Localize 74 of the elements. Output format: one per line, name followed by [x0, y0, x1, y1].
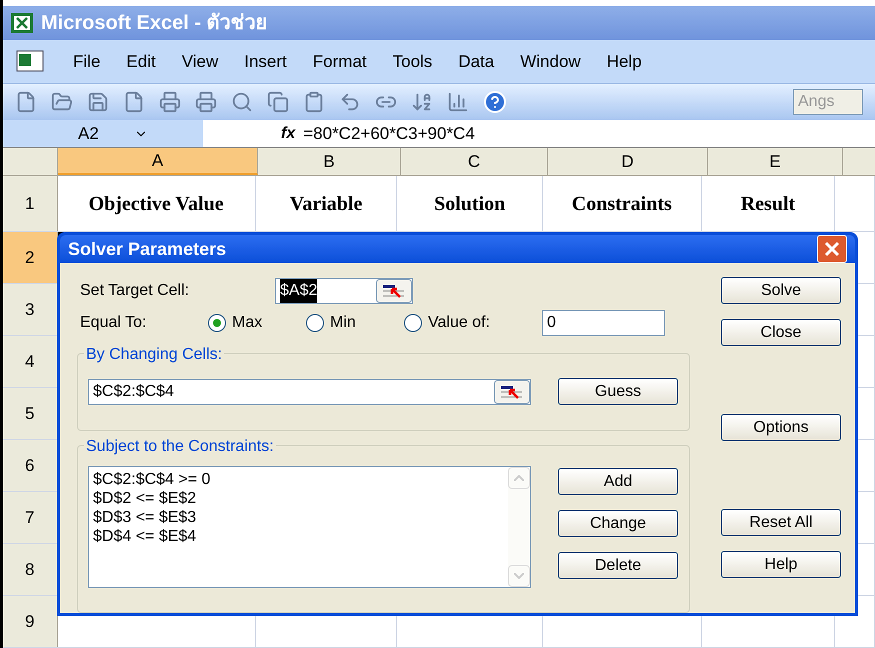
- toolbar-icon[interactable]: [231, 91, 253, 113]
- menu-item[interactable]: Insert: [244, 48, 287, 74]
- dialog-button[interactable]: Solve: [721, 277, 841, 304]
- row-header[interactable]: 5: [3, 388, 58, 439]
- menu-item[interactable]: Format: [312, 48, 367, 74]
- radio-option[interactable]: Min: [306, 311, 404, 335]
- dialog-button[interactable]: Help: [721, 551, 841, 578]
- table-cell[interactable]: Objective Value: [58, 176, 256, 231]
- toolbar-icon[interactable]: [411, 91, 433, 113]
- menu-item[interactable]: Data: [458, 48, 494, 74]
- menu-item[interactable]: File: [73, 48, 100, 74]
- range-select-icon[interactable]: [376, 279, 412, 303]
- dialog-button[interactable]: Add: [558, 468, 678, 495]
- toolbar-icon[interactable]: [447, 91, 469, 113]
- row-header[interactable]: 2: [3, 232, 58, 283]
- scroll-bar[interactable]: [508, 467, 530, 587]
- menu-item[interactable]: Window: [520, 48, 581, 74]
- value-field[interactable]: 0: [542, 310, 665, 336]
- list-item[interactable]: $C$2:$C$4 >= 0: [93, 470, 508, 489]
- dialog-button[interactable]: Delete: [558, 552, 678, 579]
- row-header[interactable]: 6: [3, 440, 58, 491]
- table-cell[interactable]: Variable: [256, 176, 398, 231]
- toolbar-icon[interactable]: [15, 91, 37, 113]
- toolbar-icon[interactable]: [123, 91, 145, 113]
- toolbar-icon[interactable]: [87, 91, 109, 113]
- menu-item[interactable]: Edit: [126, 48, 156, 74]
- dialog-title: Solver Parameters: [68, 238, 226, 260]
- column-header[interactable]: E: [708, 148, 843, 175]
- toolbar-icon[interactable]: [159, 91, 181, 113]
- table-cell[interactable]: Constraints: [543, 176, 702, 231]
- row-header[interactable]: 1: [3, 176, 58, 231]
- column-header[interactable]: C: [401, 148, 548, 175]
- target-label: Set Target Cell:: [80, 281, 190, 301]
- dialog-button[interactable]: Reset All: [721, 509, 841, 536]
- row-header[interactable]: 8: [3, 544, 58, 595]
- toolbar-icon[interactable]: [51, 91, 73, 113]
- column-header[interactable]: D: [548, 148, 708, 175]
- row-header[interactable]: 7: [3, 492, 58, 543]
- range-select-icon[interactable]: [494, 380, 530, 404]
- radio-option[interactable]: Max: [208, 311, 306, 335]
- column-header[interactable]: A: [58, 148, 258, 175]
- dialog-button[interactable]: Change: [558, 510, 678, 537]
- toolbar-icon[interactable]: [195, 91, 217, 113]
- dialog-button[interactable]: Options: [721, 414, 841, 441]
- table-cell[interactable]: Solution: [397, 176, 544, 231]
- formula-text[interactable]: =80*C2+60*C3+90*C4: [303, 120, 475, 146]
- list-item[interactable]: $D$3 <= $E$3: [93, 508, 508, 527]
- target-field[interactable]: $A$2: [275, 278, 413, 304]
- row-header[interactable]: 9: [3, 596, 58, 647]
- menu-item[interactable]: Tools: [392, 48, 432, 74]
- close-icon[interactable]: [824, 241, 840, 257]
- row-header[interactable]: 4: [3, 336, 58, 387]
- constraints-list[interactable]: $C$2:$C$4 >= 0 $D$2 <= $E$2 $D$3 <= $E$3 $D$4 <= $E$4: [88, 466, 531, 588]
- changing-field[interactable]: $C$2:$C$4: [88, 378, 531, 404]
- equal-label: Equal To:: [80, 313, 148, 333]
- toolbar-icon[interactable]: [303, 91, 325, 113]
- column-header[interactable]: B: [258, 148, 401, 175]
- dialog-button[interactable]: Close: [721, 319, 841, 346]
- dialog-button[interactable]: Guess: [558, 378, 678, 405]
- table-cell[interactable]: Result: [702, 176, 836, 231]
- list-item[interactable]: $D$2 <= $E$2: [93, 489, 508, 508]
- radio-option[interactable]: Value of:: [404, 311, 542, 335]
- spreadsheet-icon: [11, 13, 33, 33]
- row-header[interactable]: 3: [3, 284, 58, 335]
- help-icon[interactable]: [483, 90, 507, 114]
- list-item[interactable]: $D$4 <= $E$4: [93, 527, 508, 546]
- menu-item[interactable]: View: [182, 48, 218, 74]
- name-box[interactable]: A2: [3, 120, 203, 147]
- toolbar-icon[interactable]: [339, 91, 361, 113]
- close-button[interactable]: [817, 235, 847, 263]
- function-label: fx: [281, 124, 296, 144]
- window-title: Microsoft Excel - ตัวช่วย: [41, 11, 268, 36]
- toolbar-icon[interactable]: [267, 91, 289, 113]
- menu-item[interactable]: Help: [606, 48, 642, 74]
